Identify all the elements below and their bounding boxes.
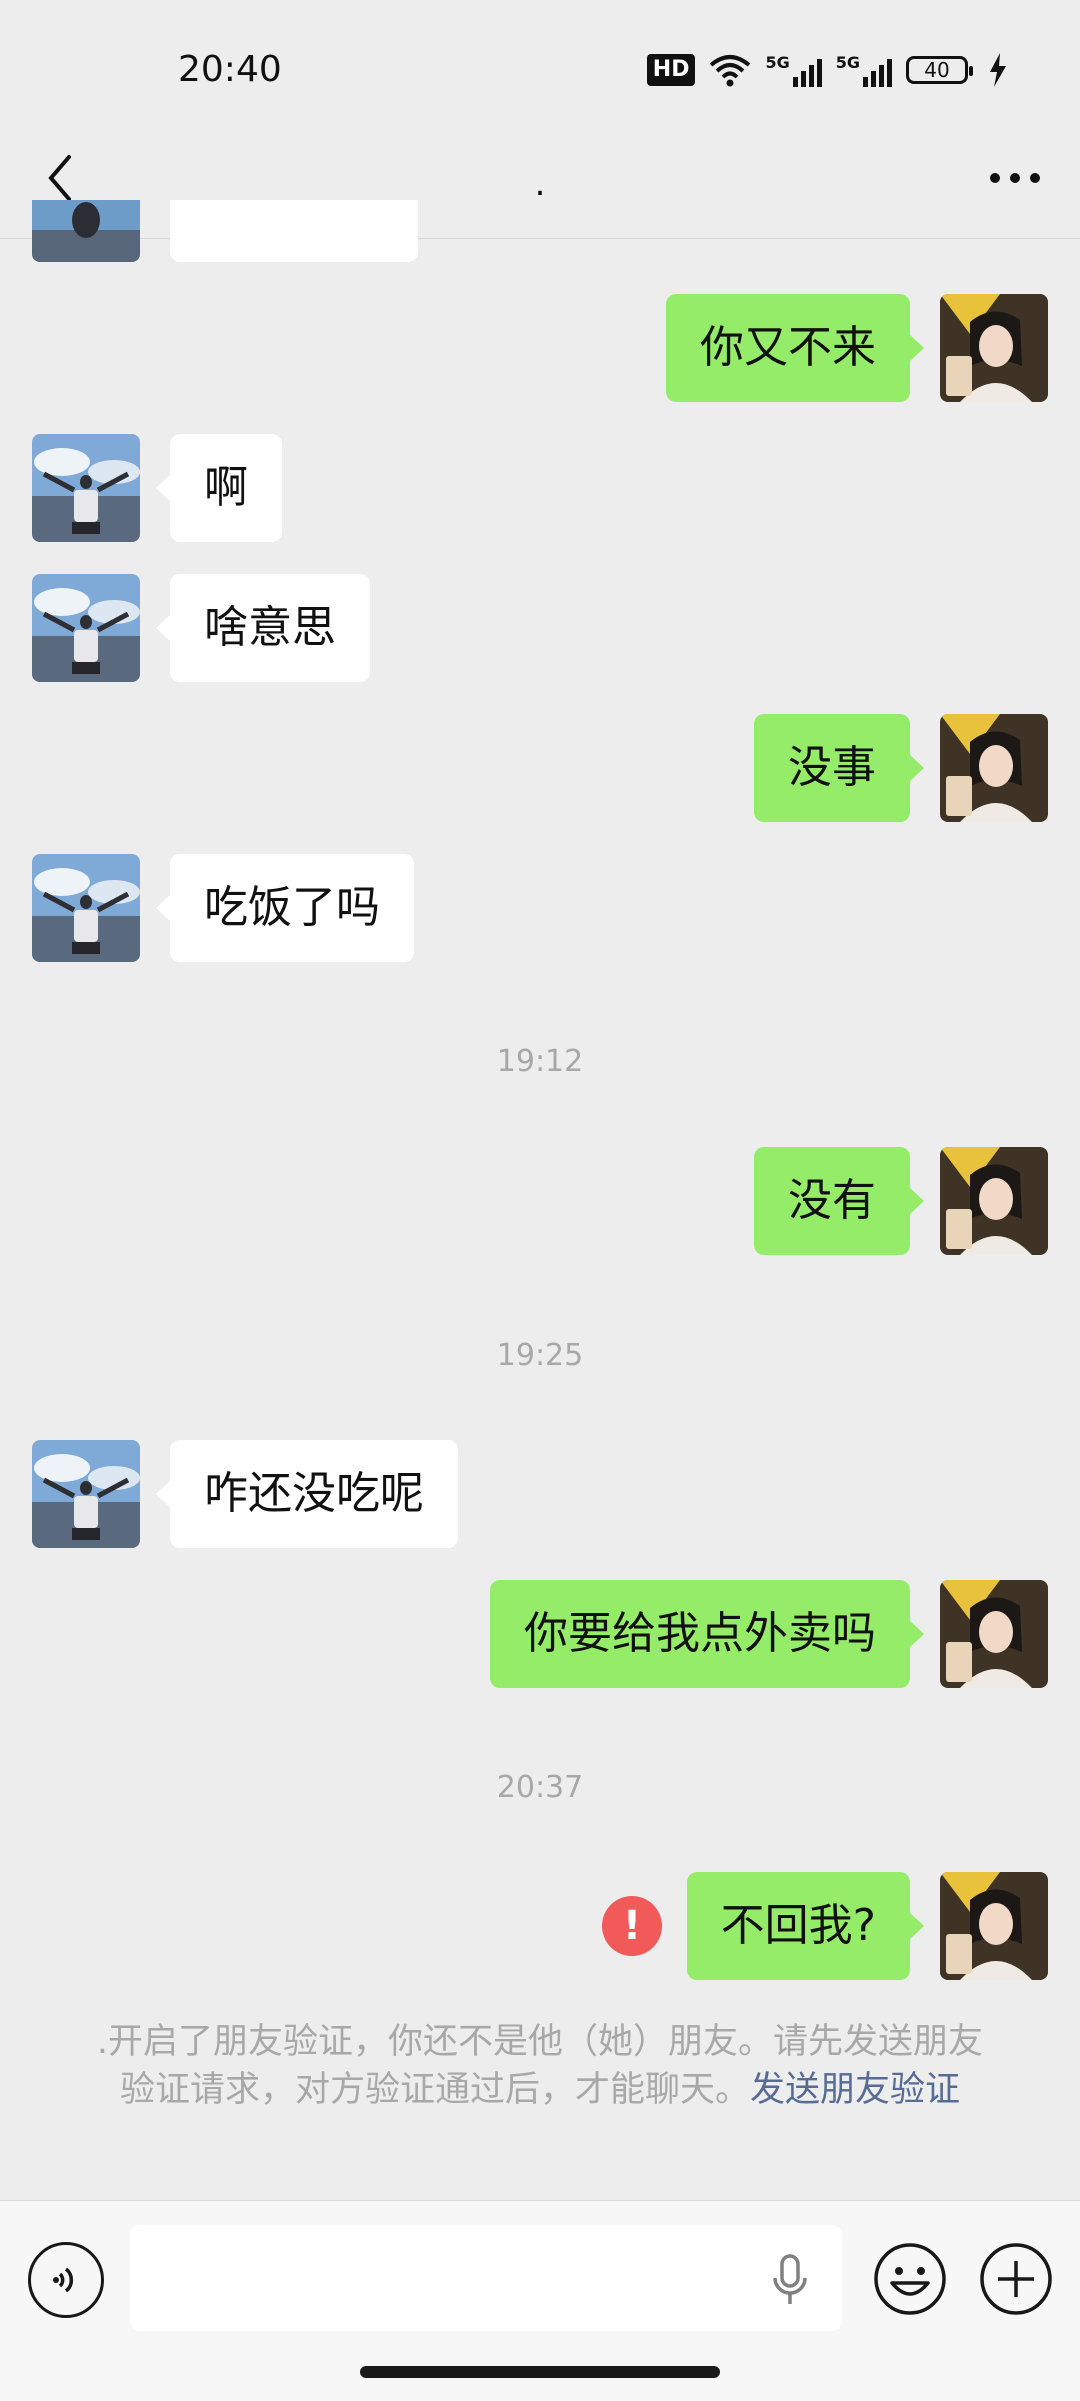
- contact-avatar[interactable]: [32, 434, 140, 542]
- my-avatar[interactable]: [940, 294, 1048, 402]
- contact-avatar[interactable]: [32, 200, 140, 262]
- signal-5g-icon: 5G: [836, 53, 892, 87]
- voice-mode-button[interactable]: [28, 2242, 104, 2318]
- message-timestamp: 20:37: [496, 1770, 584, 1805]
- my-avatar[interactable]: [940, 714, 1048, 822]
- contact-avatar[interactable]: [32, 574, 140, 682]
- message-timestamp: 19:12: [496, 1044, 584, 1079]
- message-bubble-sent[interactable]: 没事: [754, 714, 924, 822]
- my-avatar[interactable]: [940, 1872, 1048, 1980]
- more-functions-button[interactable]: [976, 2239, 1056, 2319]
- emoji-icon: [874, 2243, 946, 2315]
- contact-avatar[interactable]: [32, 854, 140, 962]
- chat-title: .: [534, 164, 546, 204]
- microphone-button[interactable]: [760, 2251, 820, 2311]
- battery-icon: 40: [906, 56, 973, 84]
- send-verification-link[interactable]: 发送朋友验证: [750, 2070, 960, 2110]
- emoji-button[interactable]: [870, 2239, 950, 2319]
- plus-icon: [980, 2243, 1052, 2315]
- friend-verification-notice: .开启了朋友验证，你还不是他（她）朋友。请先发送朋友验证请求，对方验证通过后，才…: [80, 2018, 1000, 2114]
- contact-avatar[interactable]: [32, 1440, 140, 1548]
- voice-icon: [53, 2267, 74, 2293]
- message-bubble-received[interactable]: 咋还没吃呢: [156, 1440, 458, 1548]
- more-button[interactable]: [980, 148, 1050, 208]
- message-bubble-received[interactable]: 啥意思: [156, 574, 370, 682]
- hd-voice-icon: HD: [646, 54, 696, 86]
- status-time: 20:40: [178, 49, 282, 90]
- message-bubble-sent[interactable]: 你要给我点外卖吗: [490, 1580, 924, 1688]
- my-avatar[interactable]: [940, 1147, 1048, 1255]
- wifi-icon: [710, 55, 751, 87]
- chat-header: .: [0, 120, 1080, 239]
- charging-icon: [990, 53, 1006, 87]
- message-bubble-sent[interactable]: 不回我?: [686, 1872, 925, 1980]
- signal-5g-icon: 5G: [765, 53, 822, 87]
- message-bubble-received[interactable]: 吃饭了吗: [156, 854, 414, 962]
- message-input[interactable]: [130, 2225, 842, 2331]
- home-indicator[interactable]: [360, 2366, 720, 2378]
- microphone-icon: [773, 2254, 807, 2304]
- more-dots-icon: [990, 173, 1040, 183]
- my-avatar[interactable]: [940, 1580, 1048, 1688]
- status-icons: HD 5G 5G 40: [646, 48, 1008, 92]
- message-bubble-sent[interactable]: 你又不来: [666, 294, 924, 402]
- message-bubble-cut: [170, 200, 418, 262]
- message-bubble-sent[interactable]: 没有: [754, 1147, 924, 1255]
- message-timestamp: 19:25: [496, 1338, 584, 1373]
- send-failed-icon[interactable]: !: [602, 1896, 662, 1956]
- message-bubble-received[interactable]: 啊: [156, 434, 282, 542]
